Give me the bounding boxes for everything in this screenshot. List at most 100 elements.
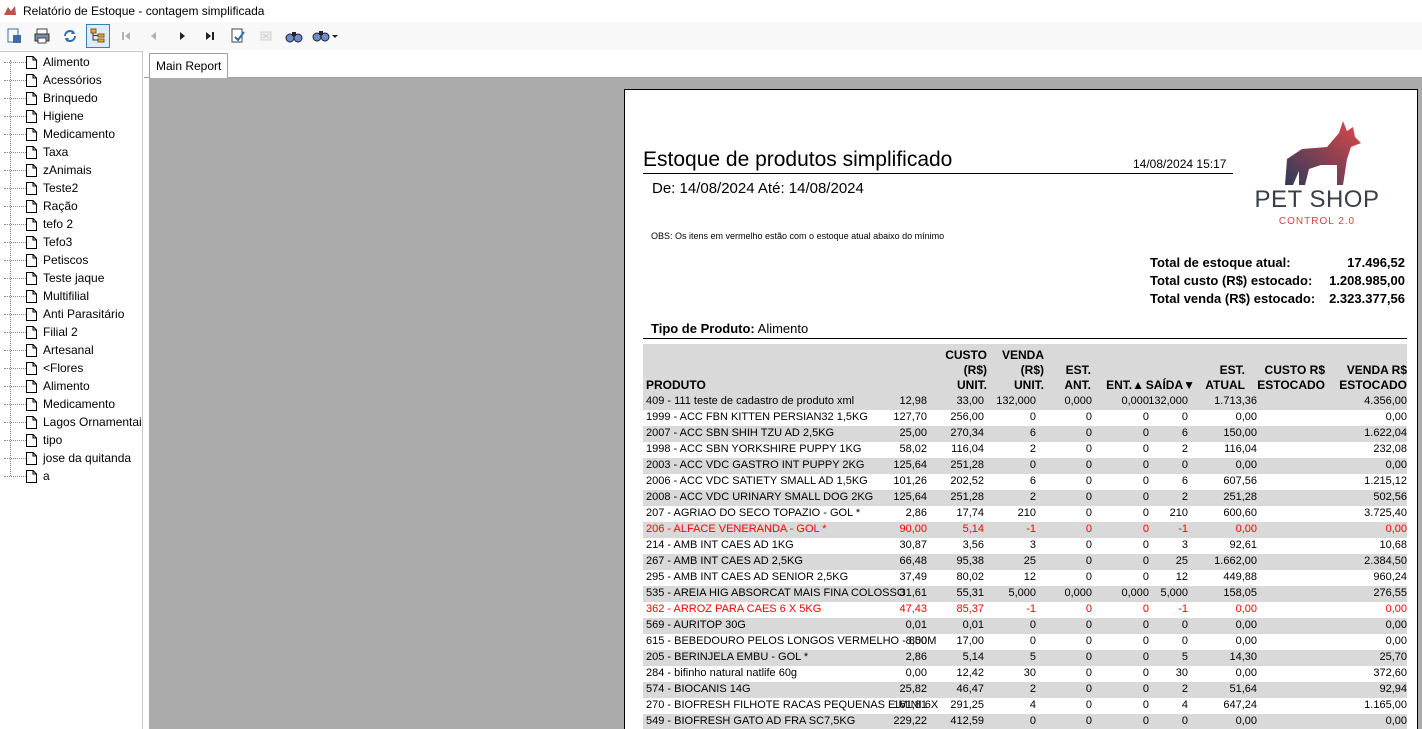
- cell-custo: 0,00: [905, 667, 927, 679]
- table-row: 2003 - ACC VDC GASTRO INT PUPPY 2KG 125,6…: [643, 458, 1407, 474]
- tree-item[interactable]: Lagos Ornamentais: [0, 413, 142, 431]
- app-icon: [4, 6, 16, 15]
- stop-button[interactable]: [254, 24, 278, 48]
- cell-ant: 6: [1029, 427, 1036, 439]
- tree-item[interactable]: Alimento: [0, 377, 90, 395]
- cell-custo-est: 0,00: [1235, 619, 1257, 631]
- tree-item[interactable]: Anti Parasitário: [0, 305, 124, 323]
- cell-venda: 202,52: [950, 475, 984, 487]
- first-page-button[interactable]: [114, 24, 138, 48]
- document-icon: [26, 73, 37, 87]
- cell-custo: 25,00: [899, 427, 927, 439]
- next-page-button[interactable]: [170, 24, 194, 48]
- cell-ant: 0: [1029, 715, 1036, 727]
- cell-saida: 0: [1142, 715, 1149, 727]
- tree-item[interactable]: Taxa: [0, 143, 68, 161]
- tree-item[interactable]: Teste jaque: [0, 269, 104, 287]
- document-icon: [26, 271, 37, 285]
- goto-page-button[interactable]: [226, 24, 250, 48]
- tree-item[interactable]: Multifilial: [0, 287, 89, 305]
- last-page-button[interactable]: [198, 24, 222, 48]
- product-type-heading: Tipo de Produto: Alimento: [651, 321, 808, 336]
- tree-item-label: Medicamento: [43, 397, 116, 411]
- tree-item-label: Acessórios: [43, 73, 102, 87]
- cell-venda: 55,31: [956, 587, 984, 599]
- table-row: 535 - AREIA HIG ABSORCAT MAIS FINA COLOS…: [643, 586, 1407, 602]
- tree-item[interactable]: <Flores: [0, 359, 83, 377]
- tree-item[interactable]: Higiene: [0, 107, 84, 125]
- group-tree-toggle-button[interactable]: [86, 24, 110, 48]
- tree-item[interactable]: tipo: [0, 431, 62, 449]
- cell-custo-est: 0,00: [1235, 715, 1257, 727]
- tree-connector: [4, 331, 26, 333]
- cell-saida: 0,000: [1121, 587, 1149, 599]
- tree-item[interactable]: Filial 2: [0, 323, 78, 341]
- last-page-icon: [206, 32, 214, 40]
- cell-venda: 5,14: [962, 523, 984, 535]
- cell-venda-est: 0,00: [1385, 411, 1407, 423]
- report-toolbar: [0, 22, 1422, 50]
- cell-ent: 0: [1085, 427, 1092, 439]
- tree-item[interactable]: a: [0, 467, 50, 485]
- cell-venda-est: 3.725,40: [1364, 507, 1407, 519]
- document-icon: [26, 199, 37, 213]
- refresh-button[interactable]: [58, 24, 82, 48]
- prev-page-button[interactable]: [142, 24, 166, 48]
- cell-venda: 412,59: [950, 715, 984, 727]
- cell-ant: 132,000: [996, 395, 1036, 407]
- document-icon: [26, 217, 37, 231]
- document-icon: [26, 289, 37, 303]
- tree-item[interactable]: Acessórios: [0, 71, 102, 89]
- tree-item[interactable]: zAnimais: [0, 161, 92, 179]
- export-button[interactable]: [2, 24, 26, 48]
- tree-item[interactable]: Brinquedo: [0, 89, 98, 107]
- cell-custo-est: 0,00: [1235, 635, 1257, 647]
- cell-ent: 0: [1085, 539, 1092, 551]
- cell-produto: 207 - AGRIAO DO SECO TOPAZIO - GOL *: [646, 507, 861, 519]
- cell-custo-est: 0,00: [1235, 411, 1257, 423]
- tree-item[interactable]: Artesanal: [0, 341, 94, 359]
- tree-item[interactable]: Alimento: [0, 53, 90, 71]
- cell-saida: 0: [1142, 603, 1149, 615]
- cell-custo-est: 116,04: [1224, 443, 1257, 455]
- tree-connector: [4, 259, 26, 261]
- tab-main-report[interactable]: Main Report: [149, 53, 229, 78]
- tree-item[interactable]: Petiscos: [0, 251, 88, 269]
- logo-name: PET SHOP: [1254, 186, 1380, 213]
- zoom-dropdown-button[interactable]: [310, 24, 342, 48]
- table-row: 270 - BIOFRESH FILHOTE RACAS PEQUENAS E …: [643, 698, 1407, 714]
- cell-produto: 284 - bifinho natural natlife 60g: [646, 667, 798, 679]
- cell-custo: 127,70: [893, 411, 927, 423]
- cell-ant: 6: [1029, 475, 1036, 487]
- total-venda-value: 2.323.377,56: [1329, 290, 1405, 306]
- cell-custo-est: 600,60: [1223, 507, 1257, 519]
- cell-atual: 5,000: [1160, 587, 1188, 599]
- total-estoque-row: Total de estoque atual: 17.496,52: [1150, 253, 1405, 271]
- tree-item[interactable]: Tefo3: [0, 233, 72, 251]
- find-button[interactable]: [282, 24, 306, 48]
- export-icon: [7, 28, 21, 43]
- table-row: 205 - BERINJELA EMBU - GOL * 2,86 5,14 5 0 0 5…: [643, 650, 1407, 666]
- tree-item-label: jose da quitanda: [43, 451, 132, 465]
- cell-ent: 0: [1085, 555, 1092, 567]
- report-viewer[interactable]: Estoque de produtos simplificado 14/08/2…: [149, 78, 1422, 729]
- cell-saida: 0,000: [1121, 395, 1149, 407]
- tree-item[interactable]: jose da quitanda: [0, 449, 131, 467]
- cell-venda-est: 232,08: [1373, 443, 1407, 455]
- tree-item[interactable]: Ração: [0, 197, 78, 215]
- table-row: 2006 - ACC VDC SATIETY SMALL AD 1,5KG 101…: [643, 474, 1407, 490]
- print-button[interactable]: [30, 24, 54, 48]
- stock-table-body: 409 - 111 teste de cadastro de produto x…: [643, 394, 1407, 729]
- cell-produto: 569 - AURITOP 30G: [646, 619, 746, 631]
- cell-atual: 2: [1181, 443, 1188, 455]
- cell-custo-est: 251,28: [1223, 491, 1257, 503]
- tree-item[interactable]: tefo 2: [0, 215, 73, 233]
- tree-item[interactable]: Medicamento: [0, 125, 115, 143]
- cell-atual: 5: [1181, 651, 1188, 663]
- tree-item[interactable]: Teste2: [0, 179, 78, 197]
- group-tree: Alimento Acessórios Brinquedo Higiene Medica…: [0, 51, 143, 729]
- tree-item-label: Teste2: [43, 181, 79, 195]
- cell-produto: 2008 - ACC VDC URINARY SMALL DOG 2KG: [646, 491, 874, 503]
- tree-item[interactable]: Medicamento: [0, 395, 115, 413]
- cell-atual: 30: [1175, 667, 1188, 679]
